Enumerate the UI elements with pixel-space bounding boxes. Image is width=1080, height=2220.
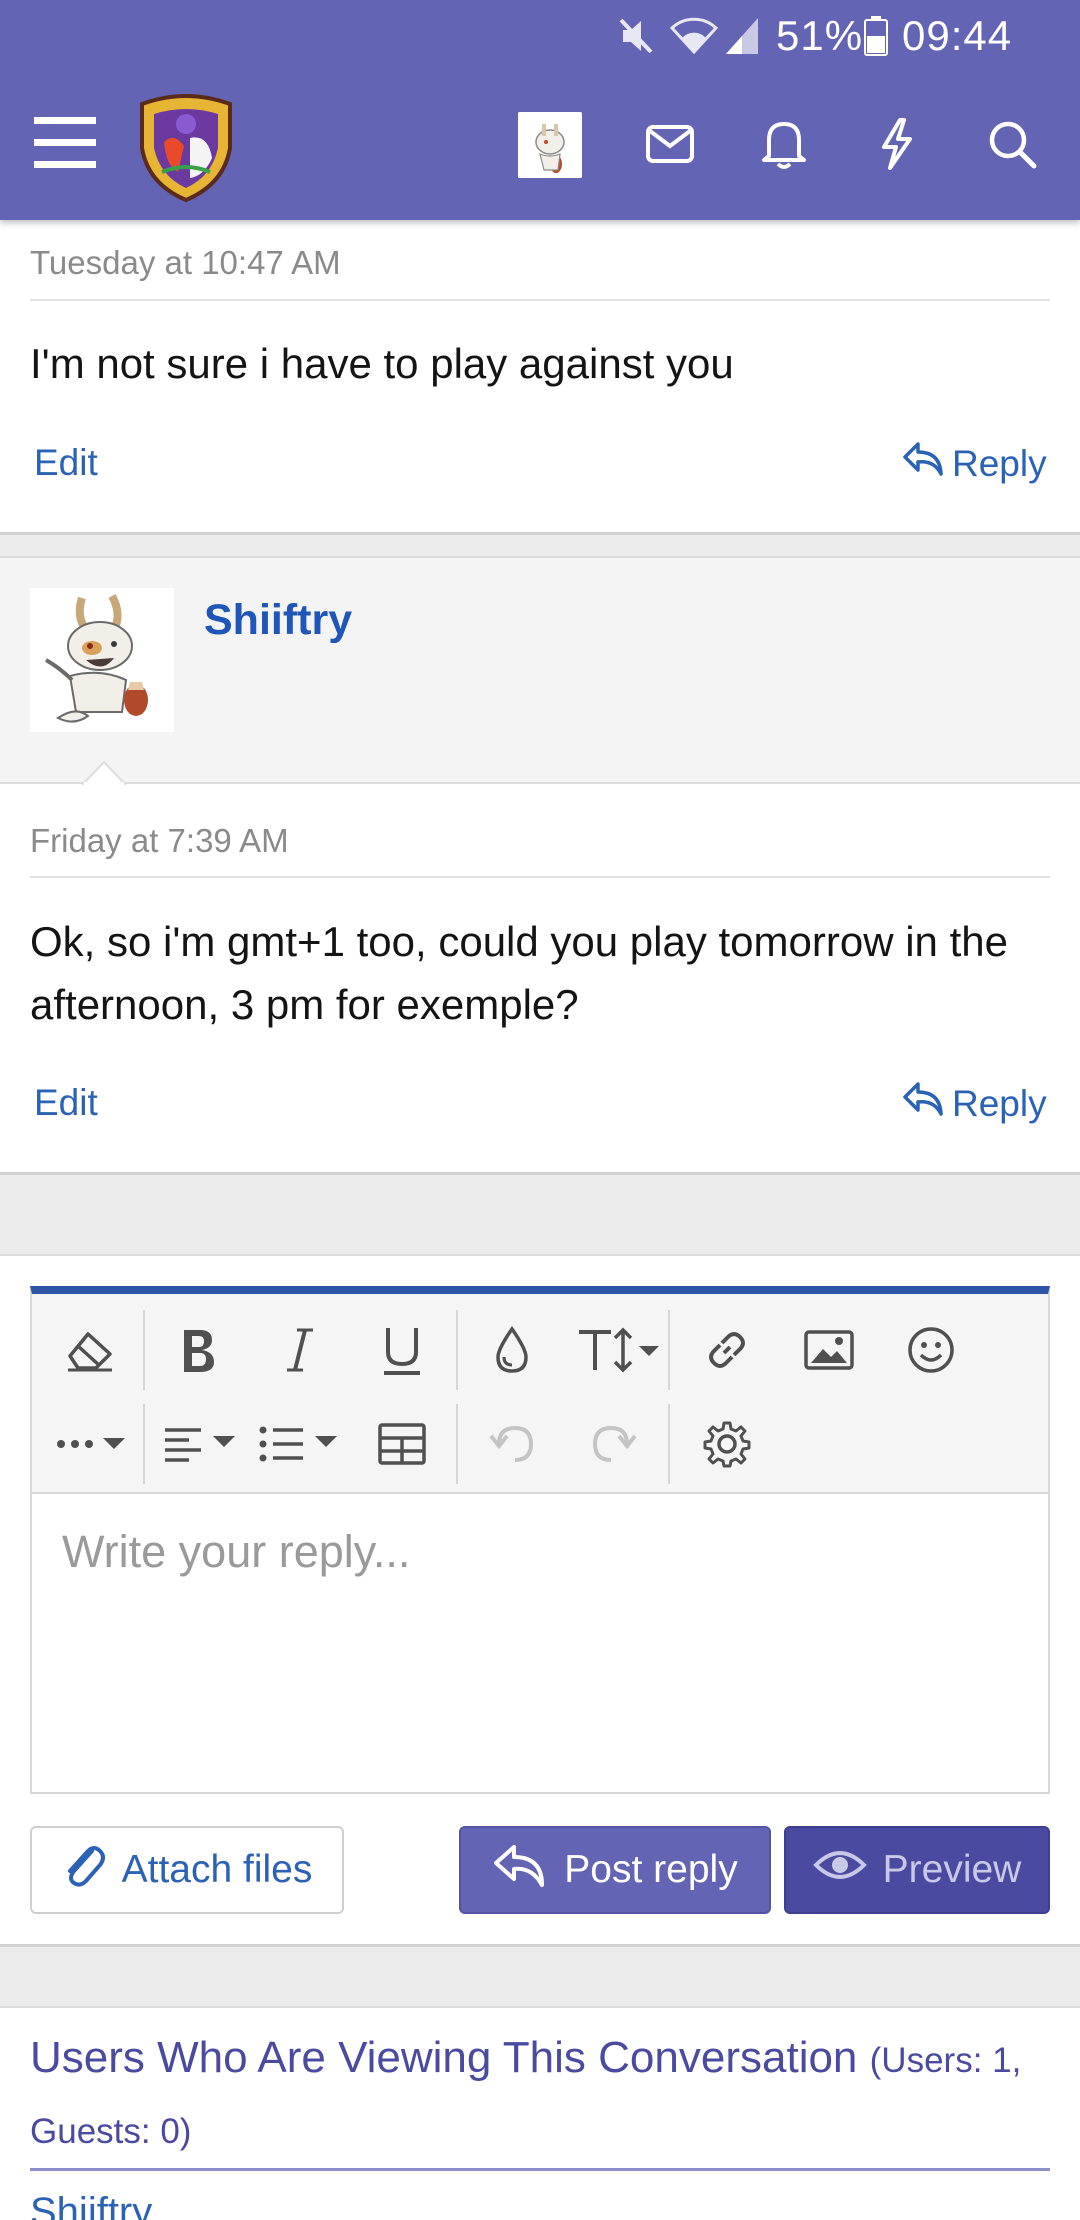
preview-button[interactable]: Preview — [784, 1826, 1050, 1914]
settings-icon[interactable] — [687, 1404, 767, 1484]
section-separator — [0, 1944, 1080, 2008]
toolbar-divider — [143, 1310, 145, 1390]
clock: 09:44 — [902, 12, 1013, 59]
message-text: Ok, so i'm gmt+1 too, could you play tom… — [30, 918, 1008, 1028]
toolbar-divider — [668, 1310, 670, 1390]
site-logo[interactable] — [134, 92, 238, 203]
lightning-icon[interactable] — [866, 112, 926, 176]
message-text: I'm not sure i have to play against you — [30, 340, 734, 387]
align-icon[interactable] — [156, 1404, 246, 1484]
smiley-icon[interactable] — [891, 1310, 971, 1390]
bold-icon[interactable] — [158, 1310, 238, 1390]
message-separator — [0, 532, 1080, 556]
user-avatar[interactable] — [30, 588, 174, 732]
eraser-icon[interactable] — [50, 1310, 130, 1390]
reply-input[interactable]: Write your reply... — [32, 1494, 1048, 1794]
battery-icon — [864, 16, 888, 61]
edit-link[interactable]: Edit — [34, 1082, 98, 1124]
attach-files-label: Attach files — [121, 1848, 313, 1891]
eye-icon — [812, 1847, 867, 1893]
attach-files-button[interactable]: Attach files — [30, 1826, 344, 1914]
reply-icon — [902, 1080, 944, 1127]
color-drop-icon[interactable] — [472, 1310, 552, 1390]
toolbar-divider — [668, 1404, 670, 1484]
bell-icon[interactable] — [754, 112, 814, 176]
reply-icon — [492, 1841, 548, 1899]
divider — [30, 299, 1050, 301]
viewing-user[interactable]: Shiiftry — [30, 2190, 152, 2220]
underline-icon[interactable] — [362, 1310, 442, 1390]
divider — [30, 876, 1050, 878]
table-icon[interactable] — [362, 1404, 442, 1484]
section-separator — [0, 1172, 1080, 1256]
reply-label: Reply — [952, 442, 1047, 484]
status-bar: 51% 09:44 — [0, 0, 1080, 72]
post-reply-label: Post reply — [564, 1848, 738, 1891]
username[interactable]: Shiiftry — [204, 596, 352, 645]
mail-icon[interactable] — [640, 114, 700, 174]
search-icon[interactable] — [980, 112, 1044, 176]
toolbar-divider — [143, 1404, 145, 1484]
message-pointer — [81, 758, 127, 786]
battery-percent: 51% — [776, 12, 864, 59]
editor-toolbar — [32, 1294, 1048, 1494]
divider — [30, 2168, 1050, 2171]
app-header: 51% 09:44 — [0, 0, 1080, 220]
paperclip-icon — [62, 1841, 106, 1899]
message-date: Tuesday at 10:47 AM — [30, 244, 341, 281]
edit-link[interactable]: Edit — [34, 442, 98, 484]
list-icon[interactable] — [254, 1404, 344, 1484]
toolbar-divider — [456, 1310, 458, 1390]
image-icon[interactable] — [789, 1310, 869, 1390]
reply-link[interactable]: Reply — [902, 440, 1047, 487]
wifi-icon — [668, 14, 720, 63]
signal-icon — [722, 14, 762, 63]
reply-editor: Write your reply... — [30, 1286, 1050, 1794]
text-size-icon[interactable] — [568, 1310, 668, 1390]
redo-icon[interactable] — [574, 1404, 654, 1484]
undo-icon[interactable] — [472, 1404, 552, 1484]
reply-label: Reply — [952, 1082, 1047, 1124]
message-user-block: Shiiftry — [0, 556, 1080, 784]
post-reply-button[interactable]: Post reply — [459, 1826, 771, 1914]
message-1: Tuesday at 10:47 AM I'm not sure i have … — [0, 220, 1080, 534]
reply-icon — [902, 440, 944, 487]
toolbar-divider — [456, 1404, 458, 1484]
user-avatar-small[interactable] — [518, 112, 582, 178]
more-icon[interactable] — [48, 1404, 138, 1484]
menu-icon[interactable] — [30, 110, 100, 176]
viewing-block: Users Who Are Viewing This Conversation … — [30, 2024, 1054, 2166]
link-icon[interactable] — [687, 1310, 767, 1390]
viewing-title[interactable]: Users Who Are Viewing This Conversation — [30, 2033, 857, 2082]
preview-label: Preview — [882, 1848, 1022, 1891]
reply-link[interactable]: Reply — [902, 1080, 1047, 1127]
italic-icon[interactable] — [260, 1310, 340, 1390]
mute-icon — [617, 14, 657, 63]
message-date: Friday at 7:39 AM — [30, 822, 289, 859]
